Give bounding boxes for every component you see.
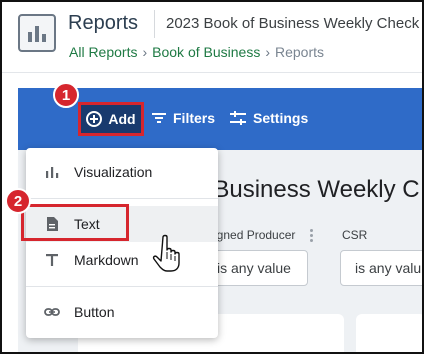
link-icon: [44, 308, 60, 316]
filter-label-csr: CSR: [342, 228, 368, 242]
filter-csr-value[interactable]: is any valu: [340, 250, 422, 286]
report-name: 2023 Book of Business Weekly Check: [166, 15, 420, 32]
hand-cursor-icon: [152, 234, 180, 272]
menu-label: Button: [74, 304, 115, 320]
step-2-badge: 2: [5, 188, 31, 214]
breadcrumb-all-reports[interactable]: All Reports: [69, 44, 137, 60]
menu-label: Visualization: [74, 164, 153, 180]
filters-button[interactable]: Filters: [152, 110, 215, 126]
page-title: Reports: [68, 12, 139, 34]
menu-label: Markdown: [74, 252, 139, 268]
filter-icon: [152, 113, 166, 123]
menu-item-visualization[interactable]: Visualization: [26, 154, 218, 190]
chevron-right-icon: ›: [265, 44, 270, 60]
breadcrumb: All Reports › Book of Business › Reports: [69, 44, 324, 60]
add-button[interactable]: Add: [78, 102, 144, 136]
chevron-right-icon: ›: [142, 44, 148, 60]
bar-chart-icon: [18, 14, 56, 52]
breadcrumb-book-of-business[interactable]: Book of Business: [152, 44, 260, 60]
title-divider: [154, 10, 155, 38]
menu-item-markdown[interactable]: Markdown: [26, 242, 218, 278]
breadcrumb-current: Reports: [274, 44, 325, 60]
filter-label-producer: signed Producer: [208, 228, 296, 242]
more-vert-icon[interactable]: [310, 229, 313, 242]
screenshot-frame: Reports 2023 Book of Business Weekly Che…: [0, 0, 424, 354]
header-divider: [2, 72, 422, 73]
text-t-icon: [46, 254, 58, 266]
settings-button[interactable]: Settings: [230, 110, 308, 126]
menu-divider: [26, 198, 218, 199]
add-menu: Visualization Text Markdown Button: [26, 148, 218, 338]
menu-item-button[interactable]: Button: [26, 294, 218, 330]
sliders-icon: [230, 111, 246, 125]
add-button-label: Add: [108, 111, 136, 127]
step-1-badge: 1: [53, 82, 79, 108]
report-tile: [356, 314, 422, 352]
menu-divider: [26, 286, 218, 287]
add-circle-icon: [86, 111, 103, 127]
settings-label: Settings: [253, 110, 309, 126]
text-item-highlight: [21, 204, 129, 241]
report-toolbar: Add Filters Settings: [18, 88, 422, 150]
bar-chart-icon: [46, 167, 59, 178]
report-heading: f Business Weekly C: [200, 176, 420, 203]
filters-label: Filters: [173, 110, 216, 126]
